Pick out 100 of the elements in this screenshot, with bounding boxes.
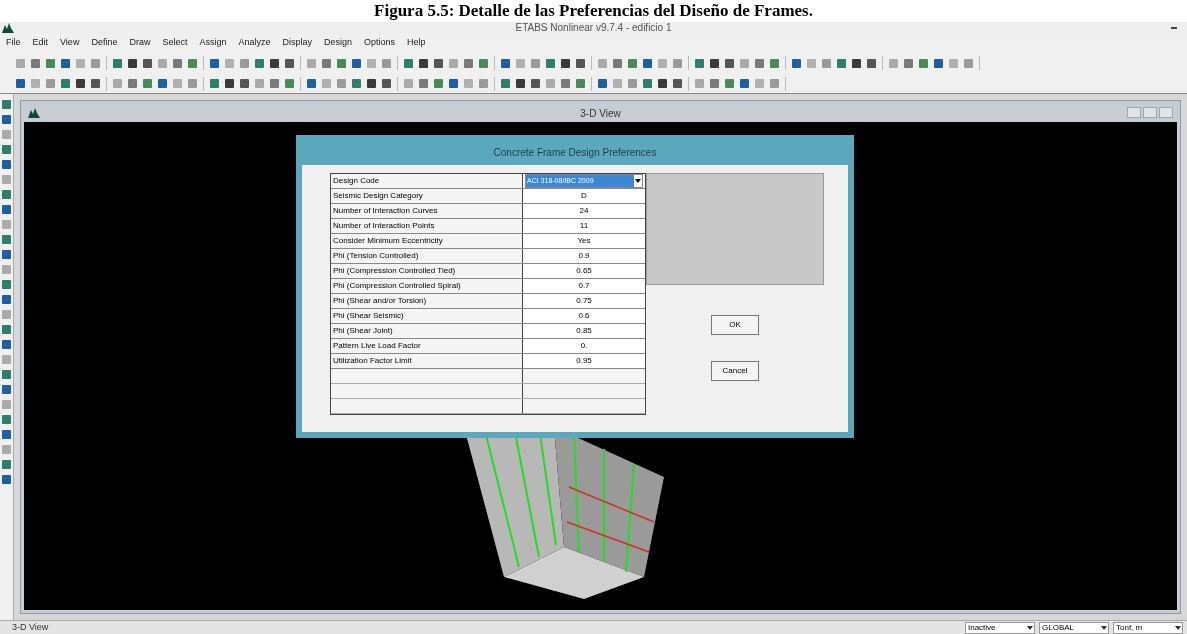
table-cell: Phi (Shear Seismic): [331, 309, 523, 323]
table-cell-text: Yes: [577, 235, 591, 247]
toolbar-button[interactable]: [723, 56, 736, 70]
table-cell-text: 0.9: [578, 250, 590, 262]
toolbar-button[interactable]: [932, 56, 945, 70]
toolbar-button[interactable]: [208, 77, 221, 90]
table-cell: Number of Interaction Points: [331, 219, 523, 233]
status-text: 3-D View: [11, 620, 50, 634]
toolbar-button[interactable]: [417, 56, 430, 70]
dropdown-value: Tonf, m: [1116, 621, 1143, 634]
toolbar-button[interactable]: [283, 56, 296, 70]
toolbar-button[interactable]: [514, 77, 527, 90]
toolbar-button[interactable]: [89, 77, 102, 90]
dialog-button[interactable]: Cancel: [711, 361, 759, 381]
table-cell-text: 0.7: [578, 280, 590, 292]
caret-icon[interactable]: [1174, 624, 1182, 631]
toolbar-button[interactable]: [641, 56, 654, 70]
toolbar-button[interactable]: [268, 56, 281, 70]
toolbar-button[interactable]: [74, 77, 87, 90]
toolbar-button[interactable]: [59, 77, 72, 90]
status-dropdown[interactable]: Inactive: [965, 621, 1035, 634]
table-cell-text: 0.: [580, 340, 588, 352]
toolbar-button[interactable]: [223, 77, 236, 90]
toolbar-button[interactable]: [865, 56, 878, 70]
toolbar-button[interactable]: [447, 77, 460, 90]
toolbar-button[interactable]: [738, 77, 751, 90]
dropdown-value: Inactive: [968, 621, 996, 634]
toolbar-button[interactable]: [305, 77, 318, 90]
menu-item[interactable]: Select: [162, 36, 188, 50]
status-dropdown[interactable]: Tonf, m: [1113, 621, 1183, 634]
table-cell: Utilization Factor Limit: [331, 354, 523, 368]
toolbar-button[interactable]: [574, 56, 587, 70]
table-cell: Seismic Design Category: [331, 189, 523, 203]
toolbar-button[interactable]: [253, 56, 266, 70]
toolbar-button[interactable]: [529, 77, 542, 90]
toolbar-button[interactable]: [208, 56, 221, 70]
table-cell: Pattern Live Load Factor: [331, 339, 523, 353]
toolbar-button[interactable]: [693, 56, 706, 70]
menu-item[interactable]: Draw: [129, 36, 151, 50]
table-cell: Consider Minimum Eccentricity: [331, 234, 523, 248]
toolbar-button[interactable]: [559, 56, 572, 70]
dialog-button[interactable]: OK: [711, 315, 759, 335]
table-cell: Phi (Compression Controlled Tied): [331, 264, 523, 278]
menu-item[interactable]: Display: [282, 36, 312, 50]
table-cell-text: 0.85: [576, 325, 592, 337]
table-cell-text: 24: [579, 205, 589, 217]
table-cell: Design Code: [331, 174, 523, 188]
table-cell-text: 0.6: [578, 310, 590, 322]
toolbar-button[interactable]: [141, 56, 154, 70]
caret-icon[interactable]: [1100, 624, 1108, 631]
toolbar-button[interactable]: [350, 77, 363, 90]
toolbar-button[interactable]: [596, 77, 609, 90]
close-button[interactable]: [1159, 107, 1173, 118]
table-cell-text: 0.75: [576, 295, 592, 307]
dropdown-value: GLOBAL: [1042, 621, 1074, 634]
menu-item[interactable]: Design: [324, 36, 352, 50]
menu-item[interactable]: Options: [364, 36, 396, 50]
menu-item[interactable]: Analyze: [238, 36, 271, 50]
toolbar-button[interactable]: [350, 56, 363, 70]
caret-icon[interactable]: [634, 178, 642, 184]
toolbar-button[interactable]: [499, 56, 512, 70]
menu-item[interactable]: Assign: [199, 36, 227, 50]
toolbar-button[interactable]: [544, 56, 557, 70]
table-cell-text: D: [581, 190, 587, 202]
table-cell: Phi (Tension Controlled): [331, 249, 523, 263]
menu-item[interactable]: File: [6, 36, 21, 50]
toolbar-button[interactable]: [402, 56, 415, 70]
toolbar-button[interactable]: [126, 56, 139, 70]
menu-item[interactable]: View: [60, 36, 80, 50]
toolbar-button[interactable]: [656, 77, 669, 90]
toolbar-button[interactable]: [499, 77, 512, 90]
table-cell-text: 0.95: [576, 355, 592, 367]
table-cell-text: 0.65: [576, 265, 592, 277]
caret-icon[interactable]: [1026, 624, 1034, 631]
view-window-title: 3-D View: [580, 106, 621, 121]
toolbar-button[interactable]: [835, 56, 848, 70]
toolbar-button[interactable]: [59, 56, 72, 70]
menu-item[interactable]: Edit: [32, 36, 49, 50]
toolbar-button[interactable]: [708, 56, 721, 70]
menu-item[interactable]: Define: [91, 36, 118, 50]
toolbar-button[interactable]: [365, 77, 378, 90]
toolbar-button[interactable]: [380, 77, 393, 90]
toolbar-button[interactable]: [432, 56, 445, 70]
toolbar-button[interactable]: [156, 77, 169, 90]
status-dropdown[interactable]: GLOBAL: [1039, 621, 1109, 634]
table-cell: Number of Interaction Curves: [331, 204, 523, 218]
table-cell: Phi (Shear Joint): [331, 324, 523, 338]
toolbar-button[interactable]: [14, 77, 27, 90]
toolbar-button[interactable]: [111, 56, 124, 70]
app-logo-icon: [28, 107, 40, 118]
dialog-title: Concrete Frame Design Preferences: [492, 146, 658, 160]
toolbar-button[interactable]: [790, 56, 803, 70]
window-title: ETABS Nonlinear v9.7.4 - edificio 1: [515, 22, 672, 34]
toolbar-button[interactable]: [671, 77, 684, 90]
toolbar-button[interactable]: [238, 77, 251, 90]
menu-item[interactable]: Help: [407, 36, 426, 50]
maximize-button[interactable]: [1143, 107, 1157, 118]
toolbar-button[interactable]: [850, 56, 863, 70]
toolbar-button[interactable]: [641, 77, 654, 90]
table-cell: Phi (Compression Controlled Spiral): [331, 279, 523, 293]
